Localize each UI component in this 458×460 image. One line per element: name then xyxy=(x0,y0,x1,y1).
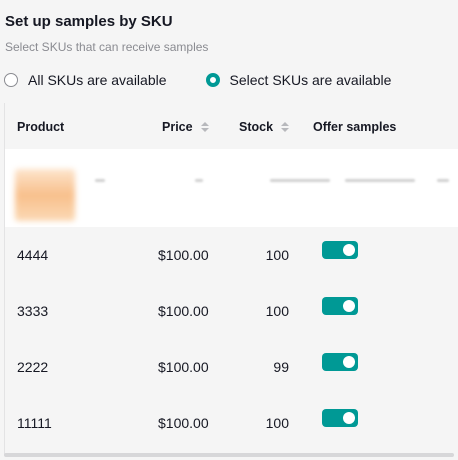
price-value: $100.00 xyxy=(158,415,209,431)
offer-samples-toggle[interactable] xyxy=(322,297,358,315)
sort-icon[interactable] xyxy=(200,122,209,132)
blurred-text xyxy=(195,179,203,182)
radio-all-skus[interactable]: All SKUs are available xyxy=(4,72,167,88)
column-header-product: Product xyxy=(17,120,65,134)
blurred-text xyxy=(270,179,330,182)
radio-label: Select SKUs are available xyxy=(229,72,392,88)
stock-value: 99 xyxy=(273,359,289,375)
product-thumbnail xyxy=(15,169,75,221)
product-name: 4444 xyxy=(17,247,49,263)
radio-unchecked-icon[interactable] xyxy=(4,73,18,87)
price-value: $100.00 xyxy=(158,247,209,263)
offer-samples-toggle[interactable] xyxy=(322,241,358,259)
stock-value: 100 xyxy=(265,247,289,263)
column-header-offer-samples: Offer samples xyxy=(313,120,397,134)
product-group-row xyxy=(5,149,458,227)
table-row: 2222 $100.00 99 xyxy=(5,339,458,395)
availability-radio-group: All SKUs are available Select SKUs are a… xyxy=(4,72,391,88)
table-row: 11111 $100.00 100 xyxy=(5,395,458,451)
radio-label: All SKUs are available xyxy=(28,72,167,88)
table-row: 3333 $100.00 100 xyxy=(5,283,458,339)
radio-checked-icon[interactable] xyxy=(205,73,220,87)
price-value: $100.00 xyxy=(158,303,209,319)
offer-samples-toggle[interactable] xyxy=(322,353,358,371)
product-name: 2222 xyxy=(17,359,49,375)
page-subtitle: Select SKUs that can receive samples xyxy=(5,40,209,54)
table-header: Product Price Stock Offer samples xyxy=(5,103,458,149)
blurred-text xyxy=(95,179,105,182)
blurred-text xyxy=(345,179,415,182)
stock-value: 100 xyxy=(265,303,289,319)
table-row: 4444 $100.00 100 xyxy=(5,227,458,283)
radio-select-skus[interactable]: Select SKUs are available xyxy=(205,72,392,88)
sort-icon[interactable] xyxy=(281,122,290,132)
product-name: 11111 xyxy=(17,415,52,431)
horizontal-scrollbar[interactable] xyxy=(4,453,454,457)
column-header-stock[interactable]: Stock xyxy=(239,120,290,134)
offer-samples-toggle[interactable] xyxy=(322,409,358,427)
price-value: $100.00 xyxy=(158,359,209,375)
page-title: Set up samples by SKU xyxy=(5,13,173,30)
blurred-text xyxy=(437,179,449,182)
stock-value: 100 xyxy=(265,415,289,431)
sku-table: Product Price Stock Offer samples 4444 $… xyxy=(4,103,458,455)
product-name: 3333 xyxy=(17,303,49,319)
column-header-price[interactable]: Price xyxy=(162,120,209,134)
